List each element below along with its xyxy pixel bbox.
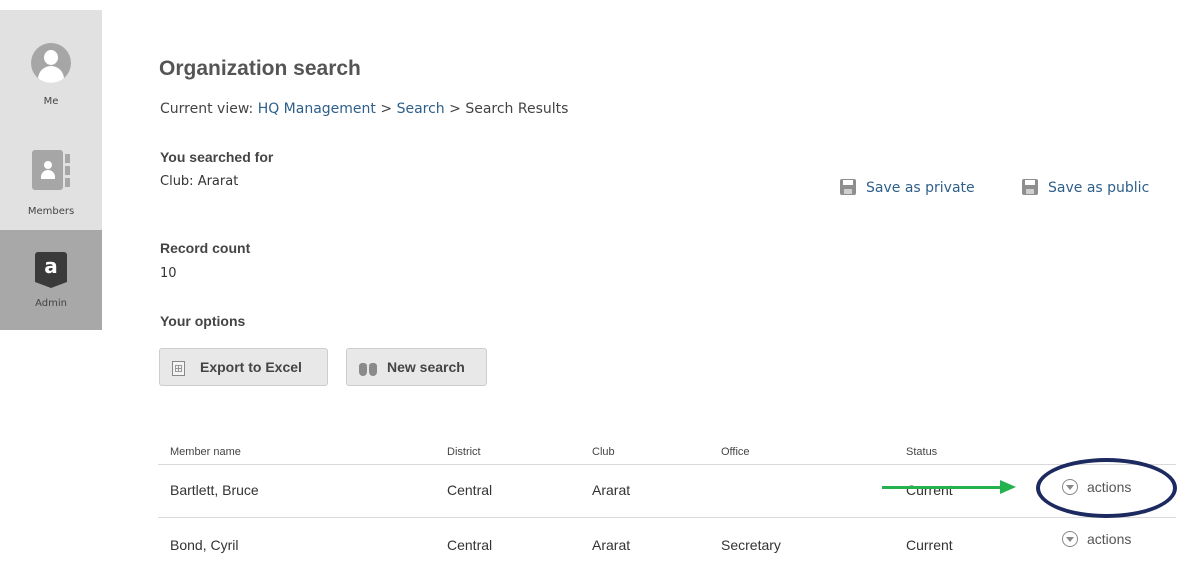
contacts-book-icon — [32, 150, 70, 190]
actions-label: actions — [1087, 531, 1132, 547]
save-as-private-label: Save as private — [866, 180, 975, 196]
cell-status: Current — [906, 482, 953, 498]
cell-member-name[interactable]: Bartlett, Bruce — [170, 482, 259, 498]
annotation-highlight-circle — [1036, 458, 1177, 518]
user-icon — [31, 43, 71, 83]
sidebar: Me Members a Admin — [0, 10, 102, 330]
annotation-arrow — [882, 486, 1002, 489]
sidebar-item-label: Members — [27, 206, 75, 217]
cell-club: Ararat — [592, 537, 631, 553]
column-header-member-name[interactable]: Member name — [170, 446, 241, 458]
search-criteria-heading: You searched for — [160, 149, 274, 165]
save-as-public-button[interactable]: Save as public — [1022, 179, 1149, 196]
cell-district: Central — [447, 537, 493, 553]
new-search-label: New search — [387, 359, 465, 375]
sidebar-item-me[interactable]: Me — [0, 10, 102, 120]
breadcrumb-link-hq-management[interactable]: HQ Management — [258, 101, 376, 117]
search-criteria-value: Club: Ararat — [160, 174, 239, 189]
record-count-value: 10 — [160, 266, 177, 281]
page-title: Organization search — [159, 57, 361, 80]
breadcrumb: Current view: HQ Management > Search > S… — [160, 101, 568, 117]
cell-office: Secretary — [721, 537, 781, 553]
cell-district: Central — [447, 482, 493, 498]
sidebar-item-members[interactable]: Members — [0, 120, 102, 230]
sidebar-item-label: Admin — [35, 298, 67, 309]
options-heading: Your options — [160, 313, 246, 329]
chevron-down-circle-icon — [1062, 531, 1078, 547]
export-to-excel-label: Export to Excel — [200, 359, 302, 375]
floppy-disk-icon — [1022, 179, 1038, 195]
save-as-public-label: Save as public — [1048, 180, 1150, 196]
sidebar-item-admin[interactable]: a Admin — [0, 230, 102, 330]
record-count-heading: Record count — [160, 240, 251, 256]
cell-club: Ararat — [592, 482, 631, 498]
actions-dropdown[interactable]: actions — [1062, 531, 1131, 547]
breadcrumb-current: Search Results — [465, 101, 569, 117]
column-header-status[interactable]: Status — [906, 446, 937, 458]
binoculars-icon — [359, 360, 378, 376]
column-header-district[interactable]: District — [447, 446, 481, 458]
column-header-office[interactable]: Office — [721, 446, 750, 458]
breadcrumb-link-search[interactable]: Search — [397, 101, 445, 117]
annotation-arrow-head — [1000, 480, 1016, 494]
column-header-club[interactable]: Club — [592, 446, 615, 458]
new-search-button[interactable]: New search — [346, 348, 487, 386]
sidebar-item-label: Me — [43, 96, 59, 107]
floppy-disk-icon — [840, 179, 856, 195]
save-as-private-button[interactable]: Save as private — [840, 179, 975, 196]
table-header-divider — [158, 464, 1176, 465]
breadcrumb-separator: > — [380, 101, 393, 117]
breadcrumb-separator: > — [449, 101, 461, 117]
export-to-excel-button[interactable]: Export to Excel — [159, 348, 328, 386]
cell-status: Current — [906, 537, 953, 553]
spreadsheet-icon — [172, 361, 185, 376]
cell-member-name[interactable]: Bond, Cyril — [170, 537, 238, 553]
admin-badge-icon: a — [35, 252, 67, 288]
breadcrumb-prefix: Current view: — [160, 101, 254, 117]
row-divider — [158, 517, 1176, 518]
